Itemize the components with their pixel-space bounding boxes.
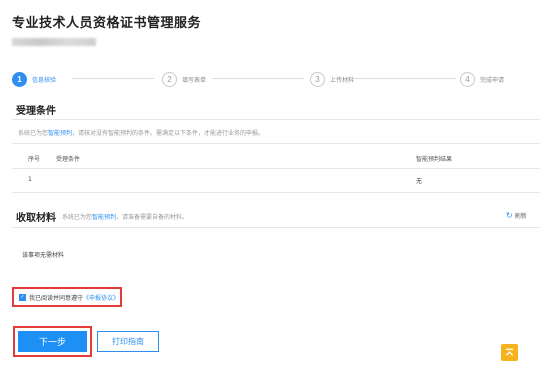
back-to-top-button[interactable] xyxy=(501,344,518,361)
step-connector xyxy=(352,78,456,79)
progress-steps: 1 信息核验 2 填写表单 3 上传材料 4 完成申请 xyxy=(12,70,540,88)
hint-text: 系统已为您 xyxy=(62,214,93,221)
hint-text: ，请准备需要自备的材料。 xyxy=(116,214,189,221)
no-material-text: 该事项无需材料 xyxy=(22,252,65,259)
agreement-checkbox-area[interactable]: ✓ 我已阅读并同意遵守《申报协议》 xyxy=(12,287,122,307)
divider xyxy=(12,227,540,228)
table-row: 1 无 xyxy=(12,172,540,188)
step-upload: 3 上传材料 xyxy=(310,70,354,88)
refresh-icon: ↻ xyxy=(506,211,513,220)
conditions-hint: 系统已为您智能预判，请核对没有智能预判的条件。需满足以下条件，才能进行业务的申报… xyxy=(18,128,264,137)
materials-title: 收取材料 xyxy=(16,213,56,224)
arrow-up-icon xyxy=(505,348,514,356)
blurred-subtitle xyxy=(12,38,96,46)
column-header-condition: 受理条件 xyxy=(56,156,81,163)
row-result: 无 xyxy=(416,178,423,185)
step-label: 填写表单 xyxy=(182,76,207,84)
step-connector xyxy=(72,78,154,79)
step-verify: 1 信息核验 xyxy=(12,70,56,88)
step-complete: 4 完成申请 xyxy=(460,70,504,88)
hint-text: 系统已为您 xyxy=(18,130,49,137)
smart-predict-link[interactable]: 智能预判 xyxy=(92,214,116,221)
page-title: 专业技术人员资格证书管理服务 xyxy=(12,16,202,31)
hint-text: ，请核对没有智能预判的条件。需满足以下条件，才能进行业务的申报。 xyxy=(72,130,265,137)
step-connector xyxy=(212,78,304,79)
conditions-title: 受理条件 xyxy=(16,106,56,117)
step-label: 信息核验 xyxy=(32,76,57,84)
row-no: 1 xyxy=(28,176,32,183)
divider xyxy=(12,119,540,120)
agreement-checkbox[interactable]: ✓ xyxy=(19,293,26,301)
materials-hint: 系统已为您智能预判，请准备需要自备的材料。 xyxy=(62,212,188,221)
smart-predict-link[interactable]: 智能预判 xyxy=(48,130,72,137)
divider xyxy=(12,143,540,144)
next-button[interactable]: 下一步 xyxy=(18,331,87,352)
step-number: 3 xyxy=(310,71,325,87)
step-label: 完成申请 xyxy=(480,76,505,84)
refresh-button[interactable]: ↻ 刷新 xyxy=(506,211,527,220)
step-label: 上传材料 xyxy=(330,76,355,84)
agreement-text: 我已阅读并同意遵守《申报协议》 xyxy=(29,293,119,302)
refresh-label: 刷新 xyxy=(514,213,527,220)
step-number: 1 xyxy=(12,71,27,87)
next-button-highlight: 下一步 xyxy=(13,326,92,357)
agreement-link[interactable]: 《申报协议》 xyxy=(83,295,119,302)
column-header-no: 序号 xyxy=(28,156,41,163)
column-header-result: 智能预判结果 xyxy=(416,156,453,163)
divider xyxy=(12,168,540,169)
conditions-table-header: 序号 受理条件 智能预判结果 xyxy=(12,150,540,166)
step-fill-form: 2 填写表单 xyxy=(162,70,206,88)
check-icon: ✓ xyxy=(20,294,25,300)
agreement-label: 我已阅读并同意遵守 xyxy=(29,294,84,302)
divider xyxy=(12,192,540,193)
step-number: 4 xyxy=(460,71,475,87)
step-number: 2 xyxy=(162,71,177,87)
print-guide-button[interactable]: 打印指南 xyxy=(97,331,159,352)
